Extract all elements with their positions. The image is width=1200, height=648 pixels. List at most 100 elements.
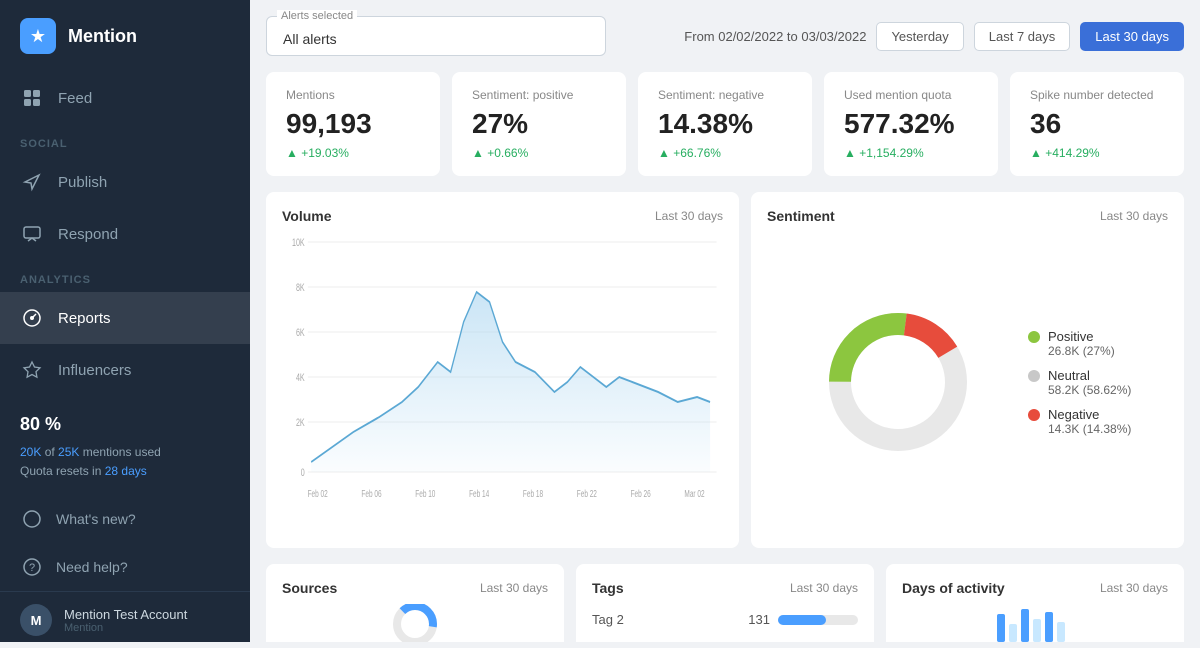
stat-spike: Spike number detected 36 +414.29%: [1010, 72, 1184, 176]
sources-title: Sources: [282, 580, 337, 596]
main-content: Alerts selected All alerts From 02/02/20…: [250, 0, 1200, 642]
sentiment-legend: Positive 26.8K (27%) Neutral 58.2K (58.6…: [1028, 329, 1168, 436]
tags-title: Tags: [592, 580, 624, 596]
svg-text:Feb 10: Feb 10: [415, 488, 435, 500]
charts-row: Volume Last 30 days 10K 8K 6K 4K: [266, 192, 1184, 548]
volume-chart-title: Volume: [282, 208, 332, 224]
sidebar-item-feed[interactable]: Feed: [0, 72, 250, 124]
sentiment-chart-period: Last 30 days: [1100, 209, 1168, 223]
svg-text:2K: 2K: [296, 417, 305, 429]
send-icon: [20, 170, 44, 194]
stat-positive-change: +0.66%: [472, 146, 606, 160]
stat-positive-label: Sentiment: positive: [472, 88, 606, 102]
legend-negative: Negative 14.3K (14.38%): [1028, 407, 1168, 436]
volume-chart-card: Volume Last 30 days 10K 8K 6K 4K: [266, 192, 739, 548]
svg-text:Mar 02: Mar 02: [684, 488, 704, 500]
tags-card: Tags Last 30 days Tag 2 131: [576, 564, 874, 642]
quota-total: 25K: [58, 445, 79, 459]
yesterday-button[interactable]: Yesterday: [876, 22, 963, 51]
account-info: Mention Test Account Mention: [64, 607, 187, 634]
activity-chart-placeholder: [902, 604, 1168, 642]
sidebar-item-influencers[interactable]: Influencers: [0, 344, 250, 396]
sources-period: Last 30 days: [480, 581, 548, 595]
volume-chart-area: 10K 8K 6K 4K 2K 0: [282, 232, 723, 532]
need-help-label: Need help?: [56, 559, 128, 575]
activity-title: Days of activity: [902, 580, 1005, 596]
stat-spike-value: 36: [1030, 108, 1164, 140]
sidebar: ★ Mention Feed SOCIAL Publish: [0, 0, 250, 642]
tags-period: Last 30 days: [790, 581, 858, 595]
sidebar-item-publish[interactable]: Publish: [0, 156, 250, 208]
stat-quota-label: Used mention quota: [844, 88, 978, 102]
account-item[interactable]: M Mention Test Account Mention: [0, 591, 250, 648]
whats-new-label: What's new?: [56, 511, 136, 527]
negative-dot: [1028, 409, 1040, 421]
logo-icon: ★: [20, 18, 56, 54]
svg-text:Feb 22: Feb 22: [577, 488, 597, 500]
svg-text:?: ?: [29, 562, 35, 574]
respond-label: Respond: [58, 226, 118, 243]
sentiment-chart-card: Sentiment Last 30 days: [751, 192, 1184, 548]
svg-text:0: 0: [301, 467, 305, 479]
sidebar-item-reports[interactable]: Reports: [0, 292, 250, 344]
tag-bar: [778, 615, 826, 625]
svg-text:Feb 14: Feb 14: [469, 488, 489, 500]
tags-row: Tag 2 131: [592, 604, 858, 627]
stat-mentions-value: 99,193: [286, 108, 420, 140]
volume-chart-header: Volume Last 30 days: [282, 208, 723, 224]
svg-text:6K: 6K: [296, 327, 305, 339]
avatar: M: [20, 604, 52, 636]
svg-text:Feb 26: Feb 26: [631, 488, 651, 500]
top-bar: Alerts selected All alerts From 02/02/20…: [266, 16, 1184, 56]
sources-chart-placeholder: [282, 604, 548, 642]
sidebar-item-respond[interactable]: Respond: [0, 208, 250, 260]
quota-percent: 80 %: [20, 410, 230, 439]
stat-mentions-change: +19.03%: [286, 146, 420, 160]
positive-label: Positive: [1048, 329, 1115, 344]
sources-header: Sources Last 30 days: [282, 580, 548, 596]
sidebar-item-need-help[interactable]: ? Need help?: [0, 543, 250, 591]
last-7-days-button[interactable]: Last 7 days: [974, 22, 1071, 51]
quota-reset: Quota resets in 28 days: [20, 462, 230, 481]
tag-value: 131: [748, 612, 770, 627]
sentiment-chart-header: Sentiment Last 30 days: [767, 208, 1168, 224]
influencers-label: Influencers: [58, 362, 131, 379]
positive-value: 26.8K (27%): [1048, 344, 1115, 358]
bottom-row: Sources Last 30 days Tags Last 30 days T…: [266, 564, 1184, 642]
sidebar-item-whats-new[interactable]: What's new?: [0, 495, 250, 543]
tags-header: Tags Last 30 days: [592, 580, 858, 596]
date-range: From 02/02/2022 to 03/03/2022: [684, 29, 866, 44]
stats-row: Mentions 99,193 +19.03% Sentiment: posit…: [266, 72, 1184, 176]
neutral-value: 58.2K (58.62%): [1048, 383, 1131, 397]
social-label: SOCIAL: [0, 124, 250, 156]
message-icon: [20, 222, 44, 246]
sources-card: Sources Last 30 days: [266, 564, 564, 642]
sentiment-chart-area: Positive 26.8K (27%) Neutral 58.2K (58.6…: [767, 232, 1168, 532]
reports-label: Reports: [58, 310, 111, 327]
chart-icon: [20, 306, 44, 330]
svg-text:4K: 4K: [296, 372, 305, 384]
alerts-value: All alerts: [283, 31, 337, 47]
date-controls: From 02/02/2022 to 03/03/2022 Yesterday …: [684, 22, 1184, 51]
stat-spike-label: Spike number detected: [1030, 88, 1164, 102]
tag-label: Tag 2: [592, 612, 624, 627]
stat-negative-label: Sentiment: negative: [658, 88, 792, 102]
legend-neutral: Neutral 58.2K (58.62%): [1028, 368, 1168, 397]
svg-text:10K: 10K: [292, 237, 305, 249]
quota-used: 20K: [20, 445, 41, 459]
question-icon: ?: [20, 555, 44, 579]
quota-suffix: mentions used: [83, 445, 161, 459]
stat-mentions-label: Mentions: [286, 88, 420, 102]
stat-positive-value: 27%: [472, 108, 606, 140]
quota-usage: 20K of 25K mentions used: [20, 443, 230, 462]
logo: ★ Mention: [0, 0, 250, 72]
analytics-label: ANALYTICS: [0, 260, 250, 292]
stat-positive: Sentiment: positive 27% +0.66%: [452, 72, 626, 176]
last-30-days-button[interactable]: Last 30 days: [1080, 22, 1184, 51]
activity-header: Days of activity Last 30 days: [902, 580, 1168, 596]
quota-section: 80 % 20K of 25K mentions used Quota rese…: [0, 396, 250, 495]
positive-dot: [1028, 331, 1040, 343]
volume-chart-period: Last 30 days: [655, 209, 723, 223]
alerts-select[interactable]: Alerts selected All alerts: [266, 16, 606, 56]
svg-text:Feb 18: Feb 18: [523, 488, 543, 500]
